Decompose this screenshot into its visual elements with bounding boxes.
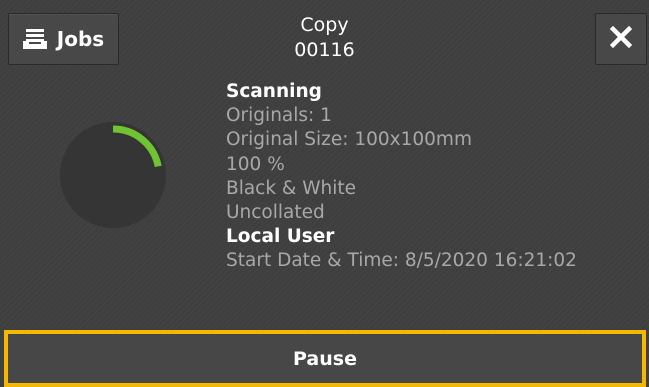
job-details: Scanning Originals: 1 Original Size: 100… xyxy=(226,80,646,274)
close-icon xyxy=(609,25,633,52)
copy-job-status-screen: Jobs Copy 00116 Scanning Originals: 1 Or… xyxy=(0,0,649,387)
pause-button-focus-frame: Pause xyxy=(4,330,646,387)
collation-mode: Uncollated xyxy=(226,202,325,224)
originals-count: Originals: 1 xyxy=(226,105,332,127)
pause-button[interactable]: Pause xyxy=(8,334,642,383)
job-number: 00116 xyxy=(294,39,355,61)
page-title: Copy xyxy=(300,14,349,36)
original-size: Original Size: 100x100mm xyxy=(226,129,472,151)
user-name: Local User xyxy=(226,226,335,248)
status-heading: Scanning xyxy=(226,81,322,102)
zoom-ratio: 100 % xyxy=(226,153,285,175)
progress-track xyxy=(60,122,166,228)
scan-progress-indicator xyxy=(60,122,166,228)
start-date-time: Start Date & Time: 8/5/2020 16:21:02 xyxy=(226,250,577,272)
color-mode: Black & White xyxy=(226,177,357,199)
close-button[interactable] xyxy=(595,13,647,65)
